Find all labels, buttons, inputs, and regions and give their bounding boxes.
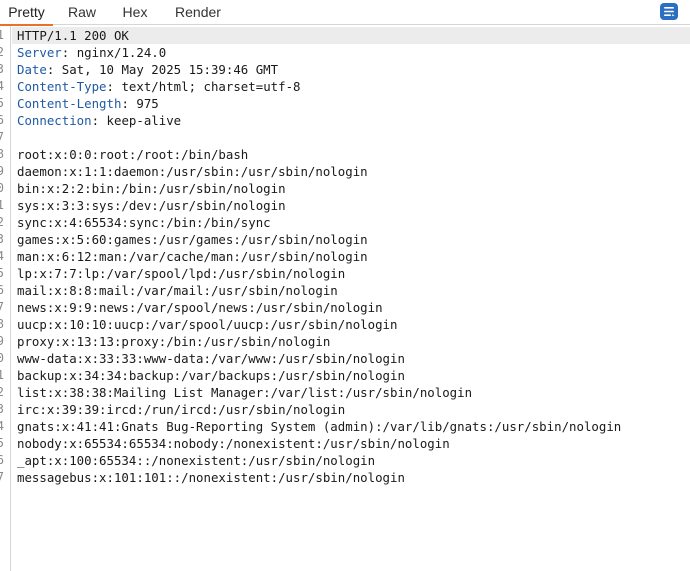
header-line: Server: nginx/1.24.0	[12, 44, 690, 61]
line-number: 19	[0, 333, 4, 350]
line-number: 21	[0, 367, 4, 384]
body-line: uucp:x:10:10:uucp:/var/spool/uucp:/usr/s…	[17, 317, 398, 332]
body-line: messagebus:x:101:101::/nonexistent:/usr/…	[17, 470, 405, 485]
body-line: mail:x:8:8:mail:/var/mail:/usr/sbin/nolo…	[17, 283, 338, 298]
body-line: daemon:x:1:1:daemon:/usr/sbin:/usr/sbin/…	[17, 164, 368, 179]
body-line: nobody:x:65534:65534:nobody:/nonexistent…	[17, 436, 450, 451]
body-line: list:x:38:38:Mailing List Manager:/var/l…	[17, 385, 473, 400]
header-value: 975	[136, 96, 159, 111]
header-separator: :	[61, 45, 77, 60]
header-key: Date	[17, 62, 47, 77]
body-line: bin:x:2:2:bin:/bin:/usr/sbin/nologin	[17, 181, 286, 196]
line-number: 20	[0, 350, 4, 367]
line-number: 7	[0, 129, 4, 146]
line-number: 8	[0, 146, 4, 163]
line-number: 10	[0, 180, 4, 197]
header-line: Date: Sat, 10 May 2025 15:39:46 GMT	[12, 61, 690, 78]
header-key: Server	[17, 45, 62, 60]
line-number: 26	[0, 452, 4, 469]
line-number: 5	[0, 95, 4, 112]
body-line: lp:x:7:7:lp:/var/spool/lpd:/usr/sbin/nol…	[17, 266, 346, 281]
line-number: 18	[0, 316, 4, 333]
body-line: games:x:5:60:games:/usr/games:/usr/sbin/…	[17, 232, 368, 247]
body-line: www-data:x:33:33:www-data:/var/www:/usr/…	[17, 351, 405, 366]
body-line: sync:x:4:65534:sync:/bin:/bin/sync	[17, 215, 271, 230]
tab-render[interactable]: Render	[172, 0, 224, 25]
tab-hex[interactable]: Hex	[117, 0, 153, 25]
header-line: Content-Type: text/html; charset=utf-8	[12, 78, 690, 95]
body-line: proxy:x:13:13:proxy:/bin:/usr/sbin/nolog…	[17, 334, 331, 349]
response-editor[interactable]: 1234567891011121314151617181920212223242…	[0, 26, 690, 571]
response-content[interactable]: HTTP/1.1 200 OK Server: nginx/1.24.0 Date…	[12, 26, 690, 571]
header-key: Content-Type	[17, 79, 107, 94]
menu-lines-icon	[664, 7, 675, 17]
view-tabs: Pretty Raw Hex Render	[0, 0, 690, 26]
status-line: HTTP/1.1 200 OK	[12, 27, 690, 44]
body-line: news:x:9:9:news:/var/spool/news:/usr/sbi…	[17, 300, 383, 315]
header-value: keep-alive	[106, 113, 182, 128]
line-number: 12	[0, 214, 4, 231]
line-number: 1	[0, 27, 4, 44]
tab-pretty[interactable]: Pretty	[0, 0, 53, 26]
view-options-button[interactable]	[660, 3, 678, 20]
response-viewer: Pretty Raw Hex Render 123456789101112131…	[0, 0, 690, 571]
line-number-gutter: 1234567891011121314151617181920212223242…	[0, 26, 11, 571]
line-number: 23	[0, 401, 4, 418]
header-line: Connection: keep-alive	[12, 112, 690, 129]
body-line: man:x:6:12:man:/var/cache/man:/usr/sbin/…	[17, 249, 368, 264]
line-number: 13	[0, 231, 4, 248]
tab-raw[interactable]: Raw	[62, 0, 102, 25]
line-number: 4	[0, 78, 4, 95]
line-number: 2	[0, 44, 4, 61]
header-separator: :	[91, 113, 107, 128]
status-line-text: HTTP/1.1 200 OK	[17, 28, 129, 43]
line-number: 11	[0, 197, 4, 214]
body-line: backup:x:34:34:backup:/var/backups:/usr/…	[17, 368, 405, 383]
body-line: sys:x:3:3:sys:/dev:/usr/sbin/nologin	[17, 198, 286, 213]
header-key: Connection	[17, 113, 92, 128]
line-number: 6	[0, 112, 4, 129]
line-number: 22	[0, 384, 4, 401]
line-number: 27	[0, 469, 4, 486]
body-line: gnats:x:41:41:Gnats Bug-Reporting System…	[17, 419, 622, 434]
body-line: root:x:0:0:root:/root:/bin/bash	[17, 147, 249, 162]
header-value: text/html; charset=utf-8	[121, 79, 301, 94]
line-number: 9	[0, 163, 4, 180]
line-number: 25	[0, 435, 4, 452]
header-line: Content-Length: 975	[12, 95, 690, 112]
line-number: 15	[0, 265, 4, 282]
line-number: 14	[0, 248, 4, 265]
line-number: 17	[0, 299, 4, 316]
header-separator: :	[46, 62, 62, 77]
header-separator: :	[121, 96, 137, 111]
header-value: Sat, 10 May 2025 15:39:46 GMT	[61, 62, 279, 77]
body-line: _apt:x:100:65534::/nonexistent:/usr/sbin…	[17, 453, 376, 468]
line-number: 16	[0, 282, 4, 299]
body-line: irc:x:39:39:ircd:/run/ircd:/usr/sbin/nol…	[17, 402, 346, 417]
line-number: 24	[0, 418, 4, 435]
header-key: Content-Length	[17, 96, 122, 111]
header-separator: :	[106, 79, 122, 94]
line-number: 3	[0, 61, 4, 78]
header-value: nginx/1.24.0	[76, 45, 167, 60]
